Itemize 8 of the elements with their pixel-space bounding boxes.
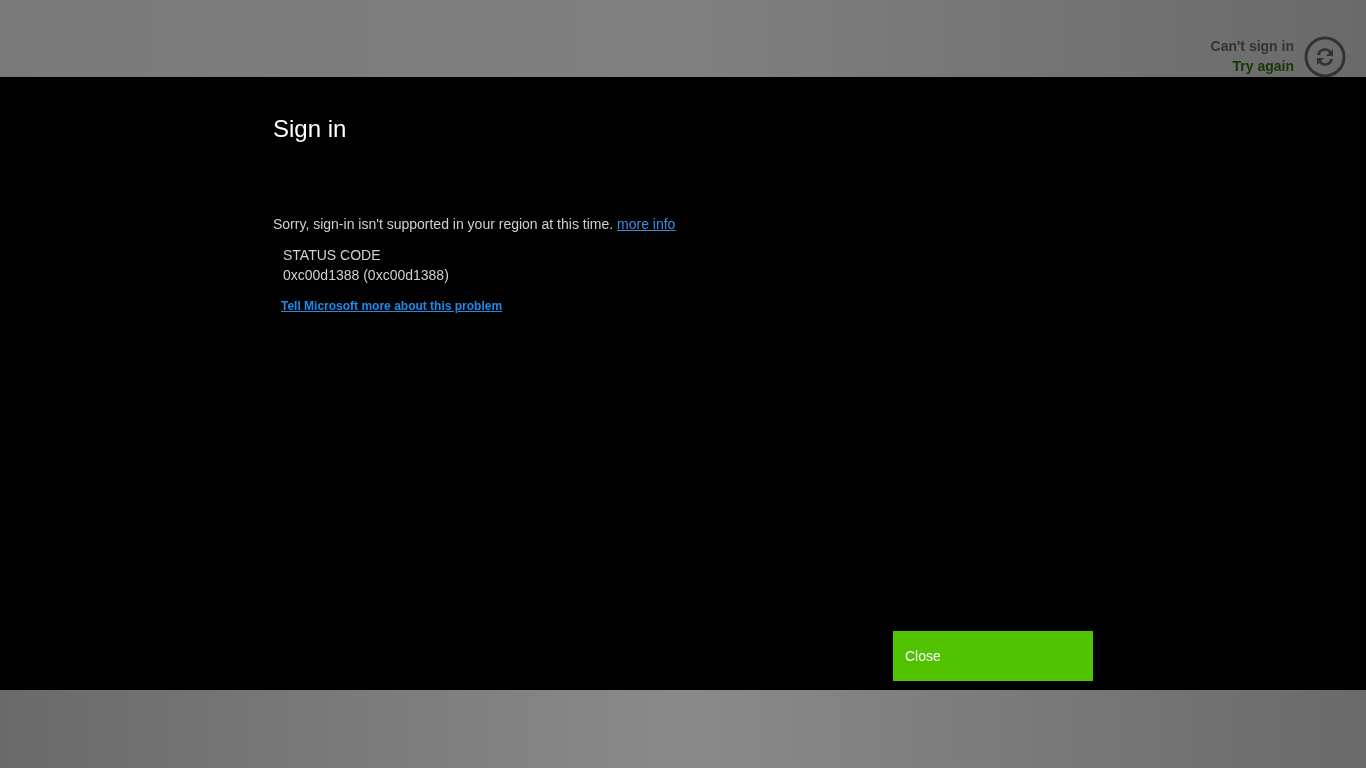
status-code: 0xc00d1388 (0xc00d1388)	[283, 265, 450, 285]
status-label: STATUS CODE	[283, 245, 382, 265]
more-info-link[interactable]: more info	[617, 215, 676, 232]
account-status: Can't sign in	[1210, 37, 1294, 56]
dialog-title: Sign in	[273, 115, 348, 144]
error-message: Sorry, sign-in isn't supported in your region at this time.	[273, 215, 614, 232]
refresh-icon[interactable]	[1304, 36, 1346, 77]
feedback-link[interactable]: Tell Microsoft more about this problem	[281, 296, 503, 315]
